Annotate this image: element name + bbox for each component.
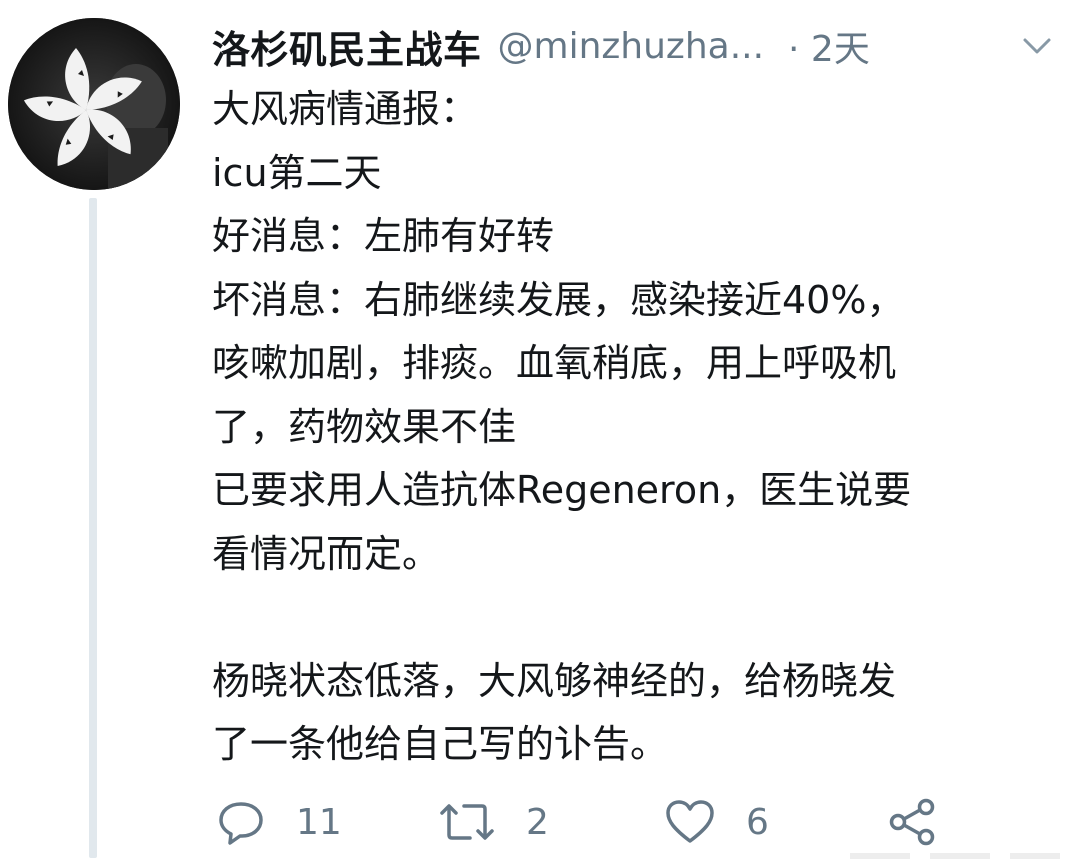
thread-line [89, 198, 97, 858]
body-line: 了，药物效果不佳 [212, 404, 517, 449]
body-line: 好消息：左肺有好转 [212, 214, 555, 258]
body-line: 看情况而定。 [212, 531, 441, 576]
reply-icon [216, 797, 266, 847]
chevron-down-icon[interactable] [1020, 28, 1054, 62]
retweet-count: 2 [526, 801, 549, 843]
tweet-time[interactable]: · 2天 [788, 20, 870, 72]
like-count: 6 [746, 801, 769, 843]
watermark [850, 846, 1070, 859]
retweet-icon [438, 797, 496, 847]
bauhinia-flag-avatar-image [8, 18, 180, 190]
tweet-header: 洛杉矶民主战车 @minzhuzha... · 2天 [212, 18, 1072, 74]
body-line: 已要求用人造抗体Regeneron，医生说要 [212, 468, 912, 512]
body-line: 咳嗽加剧，排痰。血氧稍底，用上呼吸机 [212, 341, 897, 385]
body-line: 大风病情通报： [212, 87, 479, 131]
display-name[interactable]: 洛杉矶民主战车 [212, 19, 482, 74]
body-line: 坏消息：右肺继续发展，感染接近40%， [212, 277, 905, 322]
tweet: 洛杉矶民主战车 @minzhuzha... · 2天 大风病情通报： icu第二天… [0, 0, 1080, 859]
tweet-actions: 11 2 6 [212, 790, 1072, 854]
tweet-body: 大风病情通报： icu第二天好消息：左肺有好转坏消息：右肺继续发展，感染接近40%… [212, 78, 1074, 777]
share-icon [886, 796, 938, 848]
avatar[interactable] [8, 18, 180, 190]
share-button[interactable] [886, 790, 938, 854]
body-line: icu第二天 [212, 150, 382, 195]
heart-icon [664, 797, 716, 847]
like-button[interactable]: 6 [664, 790, 769, 854]
body-line: 杨晓状态低落，大风够神经的，给杨晓发 [212, 658, 897, 703]
retweet-button[interactable]: 2 [438, 790, 549, 854]
reply-button[interactable]: 11 [216, 790, 342, 854]
reply-count: 11 [296, 801, 342, 843]
body-line: 了一条他给自己写的讣告。 [212, 722, 669, 766]
user-handle[interactable]: @minzhuzha... [498, 26, 765, 67]
